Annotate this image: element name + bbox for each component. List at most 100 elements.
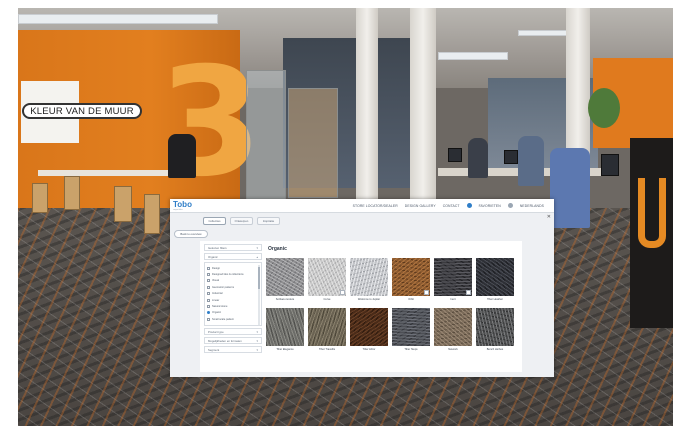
filter-group-label: Segment (208, 347, 220, 352)
scrollbar-thumb[interactable] (258, 267, 260, 289)
carpet-swatch-image[interactable] (392, 308, 430, 346)
ceiling-light (18, 14, 218, 24)
product-tile[interactable]: Orbit (392, 258, 430, 302)
filter-group-style[interactable]: Organic ▴ (204, 253, 262, 260)
filter-option-label: Small scale pattern (212, 317, 235, 321)
chevron-down-icon: ▾ (256, 329, 258, 334)
product-name: Bench Herbes (486, 348, 504, 351)
product-name: Orbit (408, 298, 414, 301)
favorite-badge-icon[interactable] (424, 290, 429, 295)
chair (144, 194, 160, 234)
counter-logo (638, 178, 666, 248)
wall-sign: KLEUR VAN DE MUUR (22, 103, 142, 119)
carpet-swatch-image[interactable] (350, 308, 388, 346)
carpet-swatch-image[interactable] (266, 308, 304, 346)
filter-sidebar: Gekozen filters ▾ Organic ▴ Design Design… (204, 244, 262, 355)
favorite-badge-icon[interactable] (466, 290, 471, 295)
tab-inspiration[interactable]: Inspiratie (257, 217, 280, 225)
carpet-catalog-screen: Tobo carpet tiles STORE LOCATOR/DEALER D… (170, 199, 554, 377)
filter-option-label: Industrial (212, 292, 223, 296)
person-seated (550, 148, 590, 228)
chevron-down-icon: ▾ (256, 245, 258, 250)
filter-group[interactable]: Mogelijkheden en formaten ▾ (204, 337, 262, 344)
logo[interactable]: Tobo (173, 201, 192, 209)
back-to-overview-button[interactable]: Back to overview (174, 230, 208, 238)
nav-design-gallery[interactable]: DESIGN GALLERY (405, 204, 436, 208)
pillar (566, 8, 590, 168)
nav-contact[interactable]: CONTACT (443, 204, 460, 208)
checked-checkbox-icon[interactable] (207, 311, 210, 315)
chair (64, 176, 80, 210)
filter-option-label: Designed tiles & collections (212, 273, 244, 277)
carpet-swatch-image[interactable] (434, 308, 472, 346)
carpet-swatch-image[interactable] (308, 308, 346, 346)
product-name: Sorbaou texture (275, 298, 295, 301)
carpet-swatch-image[interactable] (476, 258, 514, 296)
checkbox-icon[interactable] (207, 285, 210, 289)
product-tile[interactable]: Tiber Travellis (308, 308, 346, 352)
tab-bar: Collecties Ontwerpen Inspiratie (203, 217, 280, 225)
nav-favorites[interactable]: FAVORIETEN (479, 204, 501, 208)
favorites-icon[interactable] (466, 203, 472, 208)
checkbox-icon[interactable] (207, 292, 210, 296)
carpet-swatch-image[interactable] (266, 258, 304, 296)
checkbox-icon[interactable] (207, 298, 210, 302)
product-tile[interactable]: Tiber Heather (476, 258, 514, 302)
filter-option[interactable]: Small scale pattern (207, 316, 259, 322)
top-navigation: STORE LOCATOR/DEALER DESIGN GALLERY CONT… (353, 203, 544, 208)
filter-group-selected[interactable]: Gekozen filters ▾ (204, 244, 262, 251)
chair (114, 186, 132, 222)
product-tile[interactable]: Welcome to Jupiter (350, 258, 388, 302)
filter-option-label: Organic (212, 311, 222, 315)
product-tile[interactable]: Bench Herbes (476, 308, 514, 352)
carpet-swatch-image[interactable] (308, 258, 346, 296)
carpet-swatch-image[interactable] (434, 258, 472, 296)
filter-group[interactable]: Segment ▾ (204, 346, 262, 353)
chevron-up-icon: ▴ (256, 254, 258, 259)
filter-group[interactable]: Product type ▾ (204, 328, 262, 335)
checkbox-icon[interactable] (207, 266, 210, 270)
ceiling-light (438, 52, 508, 60)
table (38, 170, 178, 176)
product-tile[interactable]: Tiber Elegance (266, 308, 304, 352)
monitor (601, 154, 619, 176)
person-seated (518, 136, 544, 186)
carpet-swatch-image[interactable] (350, 258, 388, 296)
favorite-badge-icon[interactable] (340, 290, 345, 295)
product-tile[interactable]: Tiber Arbor (350, 308, 388, 352)
product-name: Tiber Travellis (318, 348, 336, 351)
glass-partition (246, 70, 286, 210)
product-tile[interactable]: Network (434, 308, 472, 352)
product-name: Tiber Elegance (276, 348, 294, 351)
filter-option-label: Linear (212, 298, 220, 302)
product-name: Network (448, 348, 458, 351)
catalog-panel: Gekozen filters ▾ Organic ▴ Design Design… (200, 241, 522, 372)
filter-option-label: Geometric patterns (212, 285, 235, 289)
nav-language[interactable]: NEDERLANDS (520, 204, 544, 208)
product-name: Tiber Heather (487, 298, 503, 301)
checkbox-icon[interactable] (207, 273, 210, 277)
product-tile[interactable]: Sorbaou texture (266, 258, 304, 302)
product-tile[interactable]: Inert (434, 258, 472, 302)
close-icon[interactable]: ✕ (547, 215, 551, 220)
product-tile[interactable]: Tiber Steps (392, 308, 430, 352)
carpet-swatch-image[interactable] (476, 308, 514, 346)
checkbox-icon[interactable] (207, 317, 210, 321)
nav-store-locator[interactable]: STORE LOCATOR/DEALER (353, 204, 398, 208)
product-name: Tiber Arbor (362, 348, 376, 351)
monitor (504, 150, 518, 164)
filter-group-label: Mogelijkheden en formaten (208, 338, 242, 343)
carpet-swatch-image[interactable] (392, 258, 430, 296)
filter-option-list: Design Designed tiles & collections Visual… (204, 262, 262, 326)
product-tile[interactable]: Curve (308, 258, 346, 302)
checkbox-icon[interactable] (207, 305, 210, 309)
filter-option-label: Visual (212, 279, 220, 283)
globe-icon[interactable] (507, 203, 513, 208)
tab-designs[interactable]: Ontwerpen (230, 217, 253, 225)
tab-collections[interactable]: Collecties (203, 217, 226, 225)
top-bar: Tobo carpet tiles STORE LOCATOR/DEALER D… (170, 199, 554, 213)
person-seated (468, 138, 488, 178)
checkbox-icon[interactable] (207, 279, 210, 283)
filter-groups-bottom: Product type ▾ Mogelijkheden en formaten ▾ S… (204, 328, 262, 353)
filter-option-label: Natural stone (212, 305, 228, 309)
